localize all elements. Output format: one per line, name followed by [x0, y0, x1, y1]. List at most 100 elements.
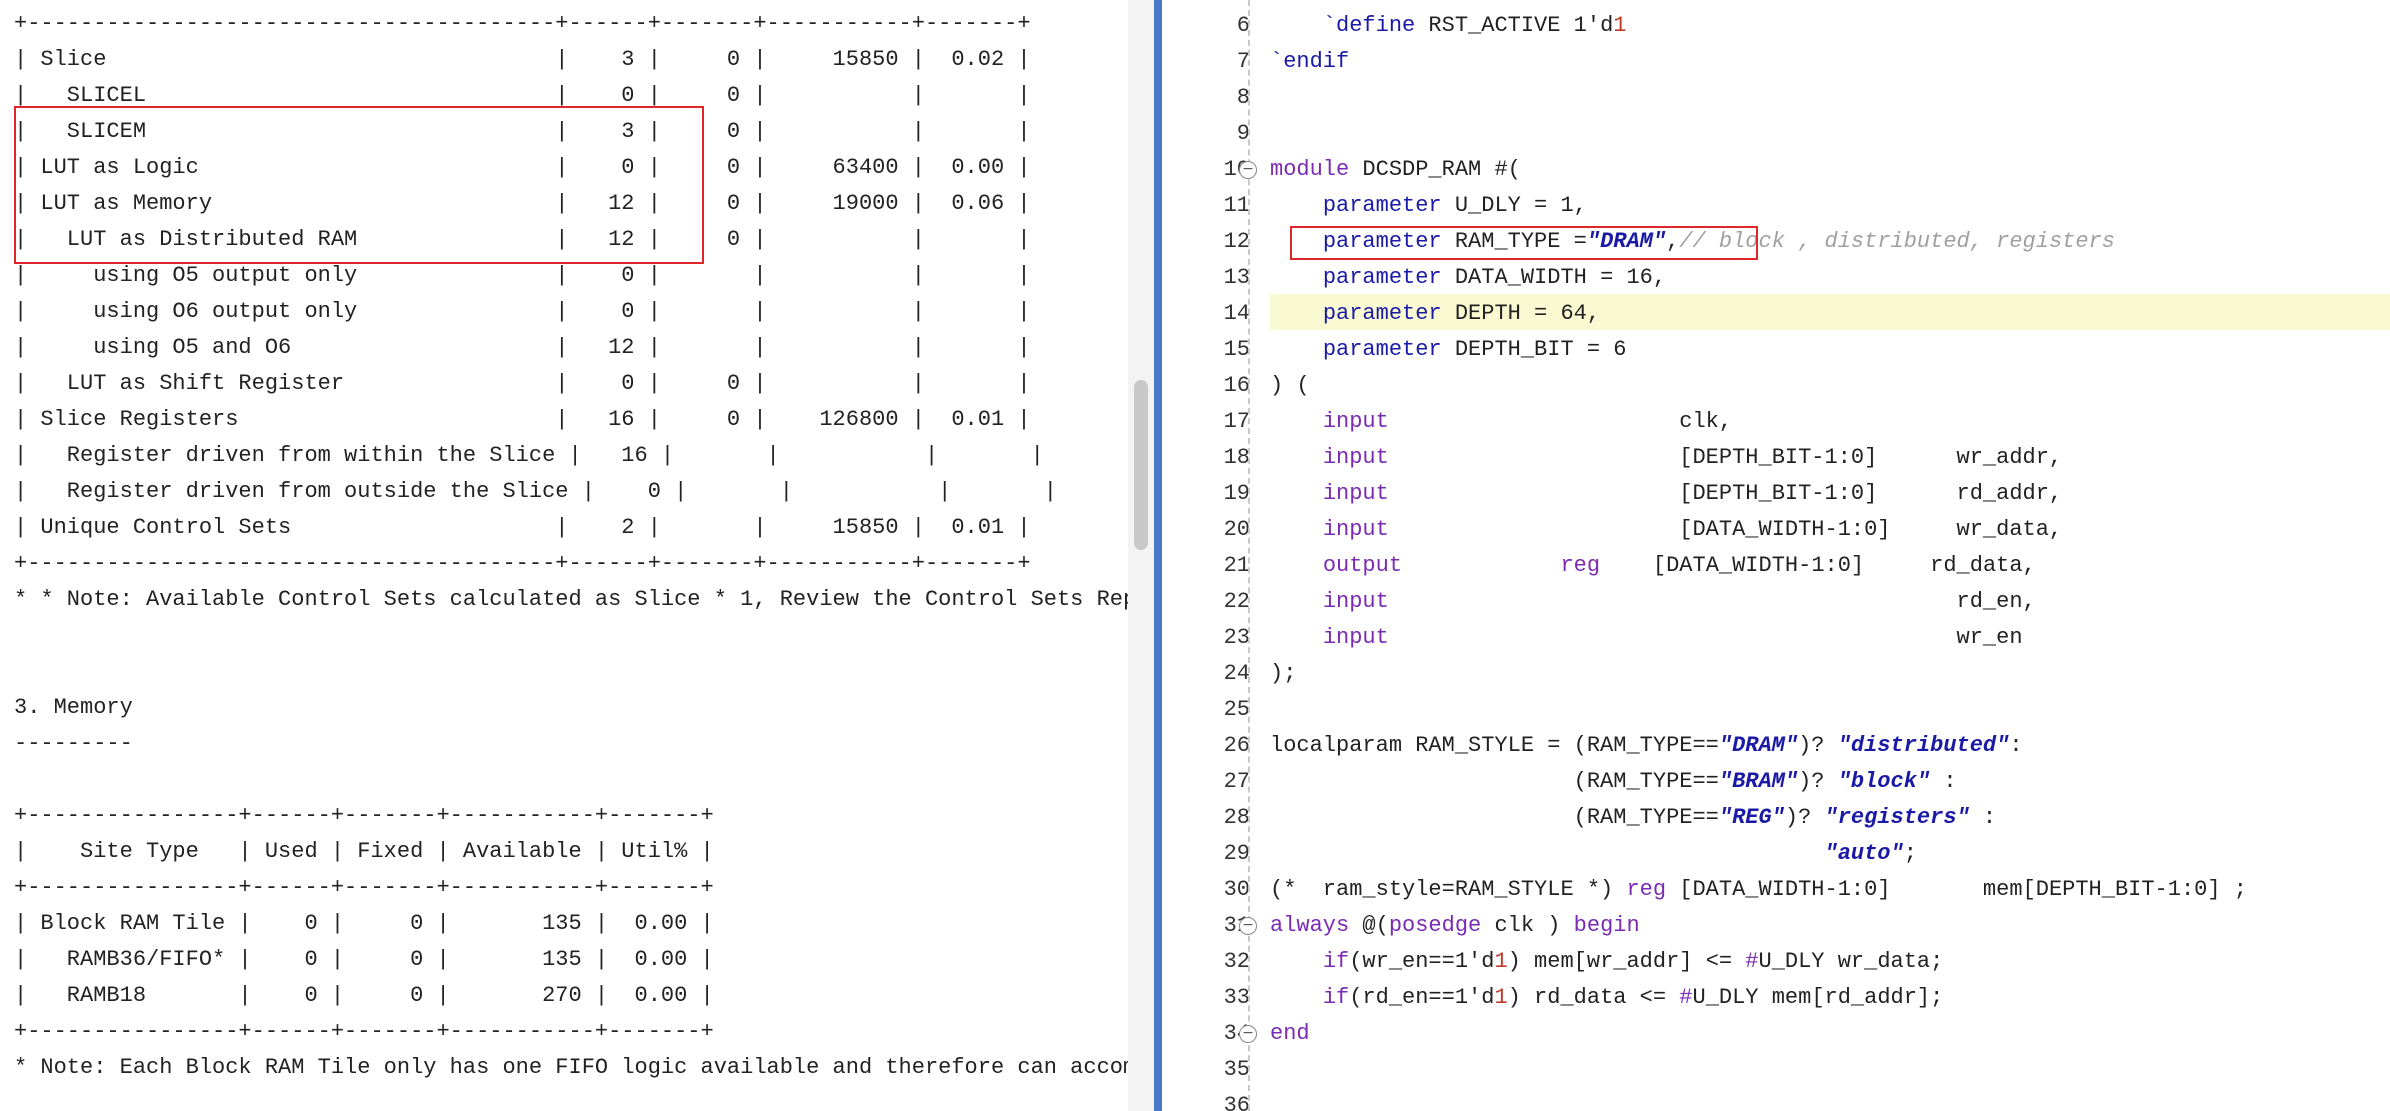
line-number: 12	[1223, 229, 1250, 254]
line-number: 22	[1223, 589, 1250, 614]
code-line[interactable]: (RAM_TYPE=="BRAM")? "block" :	[1270, 764, 1957, 800]
line-number: 30	[1223, 877, 1250, 902]
split-divider[interactable]	[1154, 0, 1162, 1111]
code-token: DEPTH_BIT = 6	[1441, 337, 1627, 362]
verilog-editor-panel[interactable]: 6 7 8 9 10 11 12 13 14 15 16 17 18 19 20 21 22 23 24 25 26 27…	[1180, 0, 2390, 1111]
code-line[interactable]: if(wr_en==1'd1) mem[wr_addr] <= #U_DLY w…	[1270, 944, 1944, 980]
editor-left-margin	[1162, 0, 1180, 1111]
line-number: 9	[1236, 121, 1250, 146]
code-line[interactable]: if(rd_en==1'd1) rd_data <= #U_DLY mem[rd…	[1270, 980, 1944, 1016]
report-line: | Slice Registers | 16 | 0 | 126800 | 0.…	[14, 407, 1031, 432]
code-token: parameter	[1322, 337, 1442, 362]
line-number: 8	[1236, 85, 1250, 110]
code-line[interactable]: );	[1270, 656, 1296, 692]
code-token: "registers"	[1824, 805, 1970, 830]
report-line: | RAMB18 | 0 | 0 | 270 | 0.00 |	[14, 983, 714, 1008]
report-line: | Register driven from outside the Slice…	[14, 479, 1057, 504]
code-token: input	[1322, 589, 1389, 614]
code-token: DATA_WIDTH = 16,	[1441, 265, 1667, 290]
code-token: "distributed"	[1837, 733, 2010, 758]
fold-toggle-icon[interactable]: −	[1239, 917, 1257, 935]
code-line[interactable]: (* ram_style=RAM_STYLE *) reg [DATA_WIDT…	[1270, 872, 2247, 908]
line-number: 17	[1223, 409, 1250, 434]
code-line[interactable]: parameter U_DLY = 1,	[1270, 188, 1587, 224]
code-token: parameter	[1322, 265, 1442, 290]
report-line: | LUT as Shift Register | 0 | 0 | | |	[14, 371, 1031, 396]
line-number: 16	[1223, 373, 1250, 398]
code-line[interactable]: input wr_en	[1270, 620, 2023, 656]
code-line[interactable]: `define RST_ACTIVE 1'd1	[1270, 8, 1627, 44]
line-number: 36	[1223, 1093, 1250, 1111]
code-line[interactable]: input [DATA_WIDTH-1:0] wr_data,	[1270, 512, 2062, 548]
code-token: if	[1322, 985, 1350, 1010]
code-token: [DEPTH_BIT-1:0] rd_addr,	[1388, 481, 2063, 506]
code-line[interactable]: input [DEPTH_BIT-1:0] rd_addr,	[1270, 476, 2062, 512]
code-line[interactable]: parameter DEPTH_BIT = 6	[1270, 332, 1627, 368]
code-token: @(	[1349, 913, 1389, 938]
code-line[interactable]: parameter DEPTH = 64,	[1270, 296, 1600, 332]
code-token: )?	[1798, 769, 1838, 794]
code-token: );	[1270, 661, 1297, 686]
code-token: ) (	[1270, 373, 1310, 398]
code-line[interactable]: input [DEPTH_BIT-1:0] wr_addr,	[1270, 440, 2062, 476]
code-token: #	[1679, 985, 1693, 1010]
code-token: "BRAM"	[1718, 769, 1799, 794]
code-line[interactable]: parameter DATA_WIDTH = 16,	[1270, 260, 1666, 296]
code-line[interactable]: ) (	[1270, 368, 1310, 404]
fold-toggle-icon[interactable]: −	[1239, 161, 1257, 179]
line-number: 15	[1223, 337, 1250, 362]
code-token: wr_en	[1388, 625, 2023, 650]
code-token: )?	[1798, 733, 1838, 758]
line-number: 23	[1223, 625, 1250, 650]
report-line: +----------------+------+-------+-------…	[14, 803, 714, 828]
code-token: clk )	[1481, 913, 1574, 938]
report-line: 3. Memory	[14, 695, 133, 720]
code-line[interactable]: output reg [DATA_WIDTH-1:0] rd_data,	[1270, 548, 2036, 584]
report-line: * Note: Each Block RAM Tile only has one…	[14, 1055, 1128, 1080]
code-line[interactable]: end	[1270, 1016, 1310, 1052]
report-line: | RAMB36/FIFO* | 0 | 0 | 135 | 0.00 |	[14, 947, 714, 972]
code-line[interactable]: "auto";	[1270, 836, 1917, 872]
code-line[interactable]: (RAM_TYPE=="REG")? "registers" :	[1270, 800, 1997, 836]
code-token: )?	[1784, 805, 1825, 830]
code-token: reg	[1626, 877, 1667, 902]
line-number: 7	[1236, 49, 1250, 74]
line-number: 21	[1223, 553, 1250, 578]
fold-toggle-icon[interactable]: −	[1239, 1025, 1257, 1043]
code-token: localparam RAM_STYLE = (RAM_TYPE==	[1270, 733, 1719, 758]
code-token: input	[1322, 445, 1389, 470]
scrollbar-thumb[interactable]	[1134, 380, 1148, 550]
code-token: input	[1322, 481, 1389, 506]
line-number: 33	[1223, 985, 1250, 1010]
code-line[interactable]: localparam RAM_STYLE = (RAM_TYPE=="DRAM"…	[1270, 728, 2023, 764]
code-token: (RAM_TYPE==	[1270, 805, 1719, 830]
code-line[interactable]: `endif	[1270, 44, 1349, 80]
code-token: begin	[1573, 913, 1640, 938]
code-token: `endif	[1270, 49, 1350, 74]
code-token: :	[2009, 733, 2023, 758]
code-line[interactable]: always @(posedge clk ) begin	[1270, 908, 1640, 944]
code-token: end	[1270, 1021, 1310, 1046]
line-number: 26	[1223, 733, 1250, 758]
code-token: module	[1270, 157, 1350, 182]
code-token: ) mem[wr_addr] <=	[1507, 949, 1746, 974]
code-token: RST_ACTIVE 1'd	[1415, 13, 1614, 38]
code-token: U_DLY mem[rd_addr];	[1692, 985, 1944, 1010]
code-line[interactable]: module DCSDP_RAM #(	[1270, 152, 1521, 188]
report-line: | Block RAM Tile | 0 | 0 | 135 | 0.00 |	[14, 911, 714, 936]
code-line[interactable]: input rd_en,	[1270, 584, 2036, 620]
report-line: | using O5 and O6 | 12 | | | |	[14, 335, 1031, 360]
code-line[interactable]: input clk,	[1270, 404, 1732, 440]
left-panel-scrollbar[interactable]	[1128, 0, 1154, 1111]
